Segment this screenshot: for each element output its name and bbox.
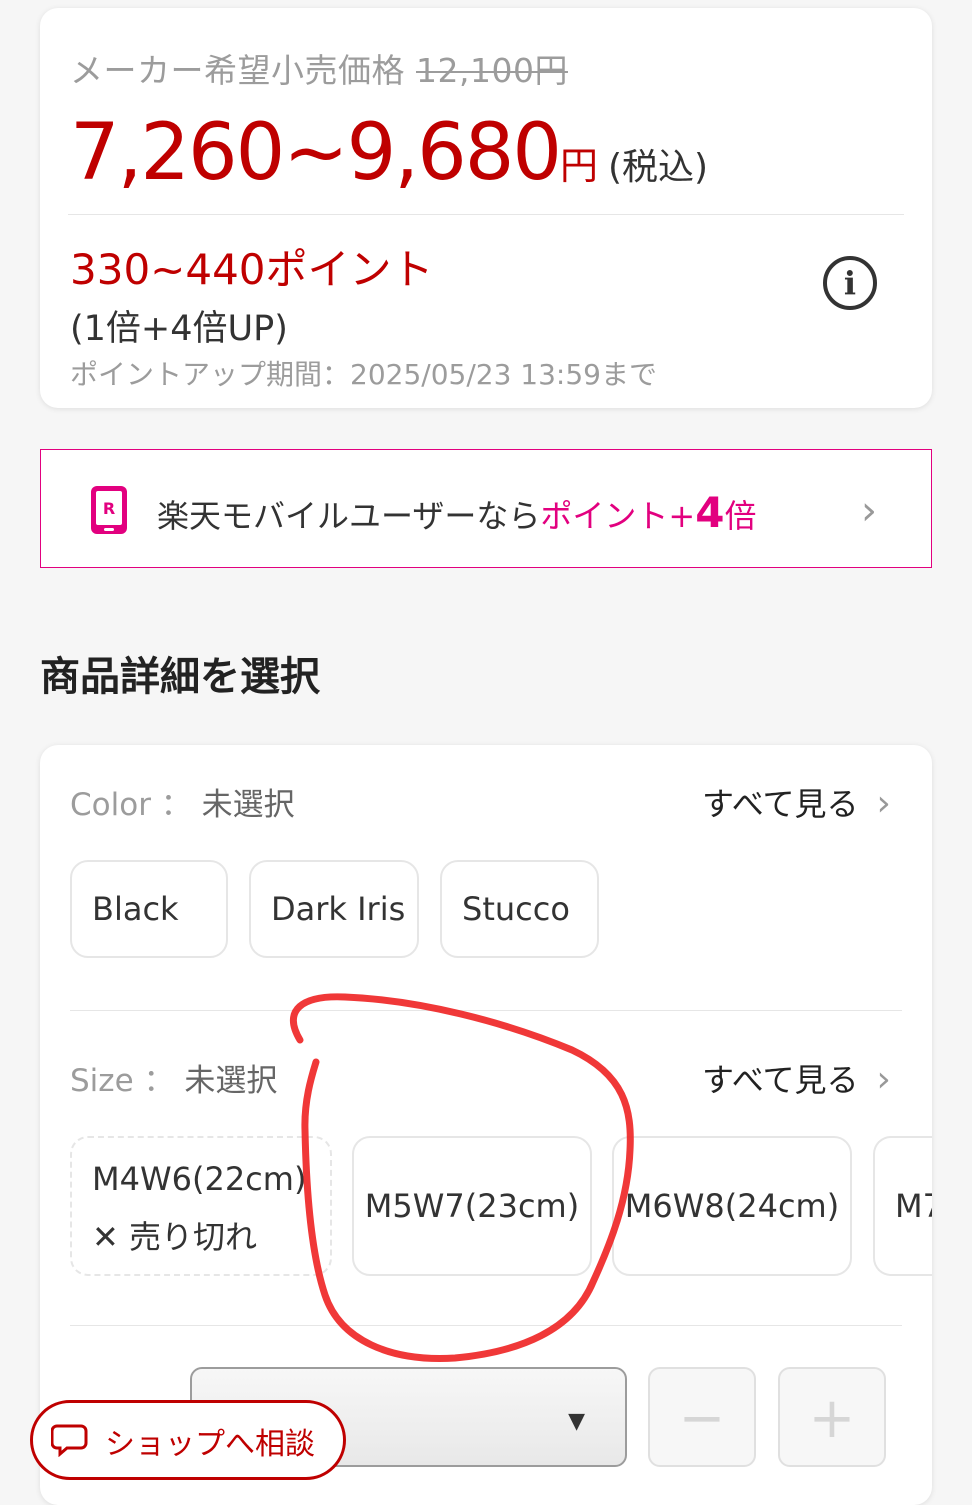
size-label-text: Size [70,1063,134,1099]
banner-multiplier-number: 4 [695,488,725,537]
options-divider [70,1325,902,1326]
banner-text-prefix: 楽天モバイルユーザーなら [157,497,541,535]
list-price-value: 12,100円 [416,51,568,90]
color-option-black[interactable]: Black [70,860,228,958]
color-see-all-link[interactable]: すべて見る › [702,779,891,825]
info-icon[interactable]: i [823,256,877,310]
points-range: 330~440ポイント [70,245,434,294]
color-option-stucco[interactable]: Stucco [440,860,599,958]
size-option-m6w8[interactable]: M6W8(24cm) [612,1136,852,1276]
banner-suffix: 倍 [724,497,757,535]
price-range: 7,260~9,680円 (税込) [70,108,708,198]
color-state: 未選択 [201,787,295,823]
minus-icon: − [678,1386,726,1451]
banner-text: 楽天モバイルユーザーならポイント+4倍 [157,488,756,537]
section-title: 商品詳細を選択 [40,654,320,700]
rakuten-mobile-banner[interactable]: R 楽天モバイルユーザーならポイント+4倍 › [40,449,932,568]
size-option-m5w7[interactable]: M5W7(23cm) [352,1136,592,1276]
list-price: メーカー希望小売価格 12,100円 [70,44,568,92]
chevron-right-icon: › [876,1059,891,1100]
color-see-all-label: すべて見る [702,785,859,823]
color-option-label: Black [92,890,179,928]
size-see-all-link[interactable]: すべて見る › [702,1055,891,1101]
caret-down-icon: ▼ [568,1409,585,1434]
plus-icon: + [808,1386,856,1451]
chevron-right-icon: › [861,488,877,534]
color-option-dark-iris[interactable]: Dark Iris [249,860,419,958]
color-label-text: Color [70,787,151,823]
color-option-label: Stucco [462,890,570,928]
svg-text:R: R [103,499,115,518]
list-price-label: メーカー希望小売価格 [70,51,405,90]
size-separator: ： [143,1063,175,1099]
shop-consult-label: ショップへ相談 [105,1427,315,1462]
size-option-label: M6W8(24cm) [624,1187,840,1225]
chevron-right-icon: › [876,783,891,824]
sold-out-label: ✕ 売り切れ [92,1218,257,1256]
quantity-plus-button[interactable]: + [778,1367,886,1467]
chat-bubble-icon [51,1424,88,1457]
size-label: Size ： 未選択 [70,1055,277,1100]
color-separator: ： [160,787,192,823]
size-option-label: M7W9 [895,1187,932,1225]
price-card: メーカー希望小売価格 12,100円 7,260~9,680円 (税込) 330~… [40,8,932,408]
size-state: 未選択 [184,1063,278,1099]
size-option-label: M4W6(22cm) [92,1160,307,1198]
size-option-label: M5W7(23cm) [364,1187,580,1225]
color-option-label: Dark Iris [271,890,406,928]
point-up-period: ポイントアップ期間：2025/05/23 13:59まで [70,358,657,391]
options-divider [70,1010,902,1011]
points-multiplier: (1倍+4倍UP) [70,309,288,349]
size-option-m7w9[interactable]: M7W9 [873,1136,932,1276]
quantity-minus-button[interactable]: − [648,1367,756,1467]
banner-highlight: ポイント+ [540,497,696,535]
color-label: Color ： 未選択 [70,779,295,824]
tax-note: (税込) [607,147,709,188]
size-see-all-label: すべて見る [702,1061,859,1099]
price-currency: 円 [559,144,598,188]
price-range-value: 7,260~9,680 [70,108,562,198]
rakuten-mobile-phone-icon: R [91,486,127,534]
shop-consult-button[interactable]: ショップへ相談 [30,1400,346,1480]
price-divider [68,214,904,215]
size-option-m4w6-sold-out: M4W6(22cm) ✕ 売り切れ [70,1136,332,1276]
